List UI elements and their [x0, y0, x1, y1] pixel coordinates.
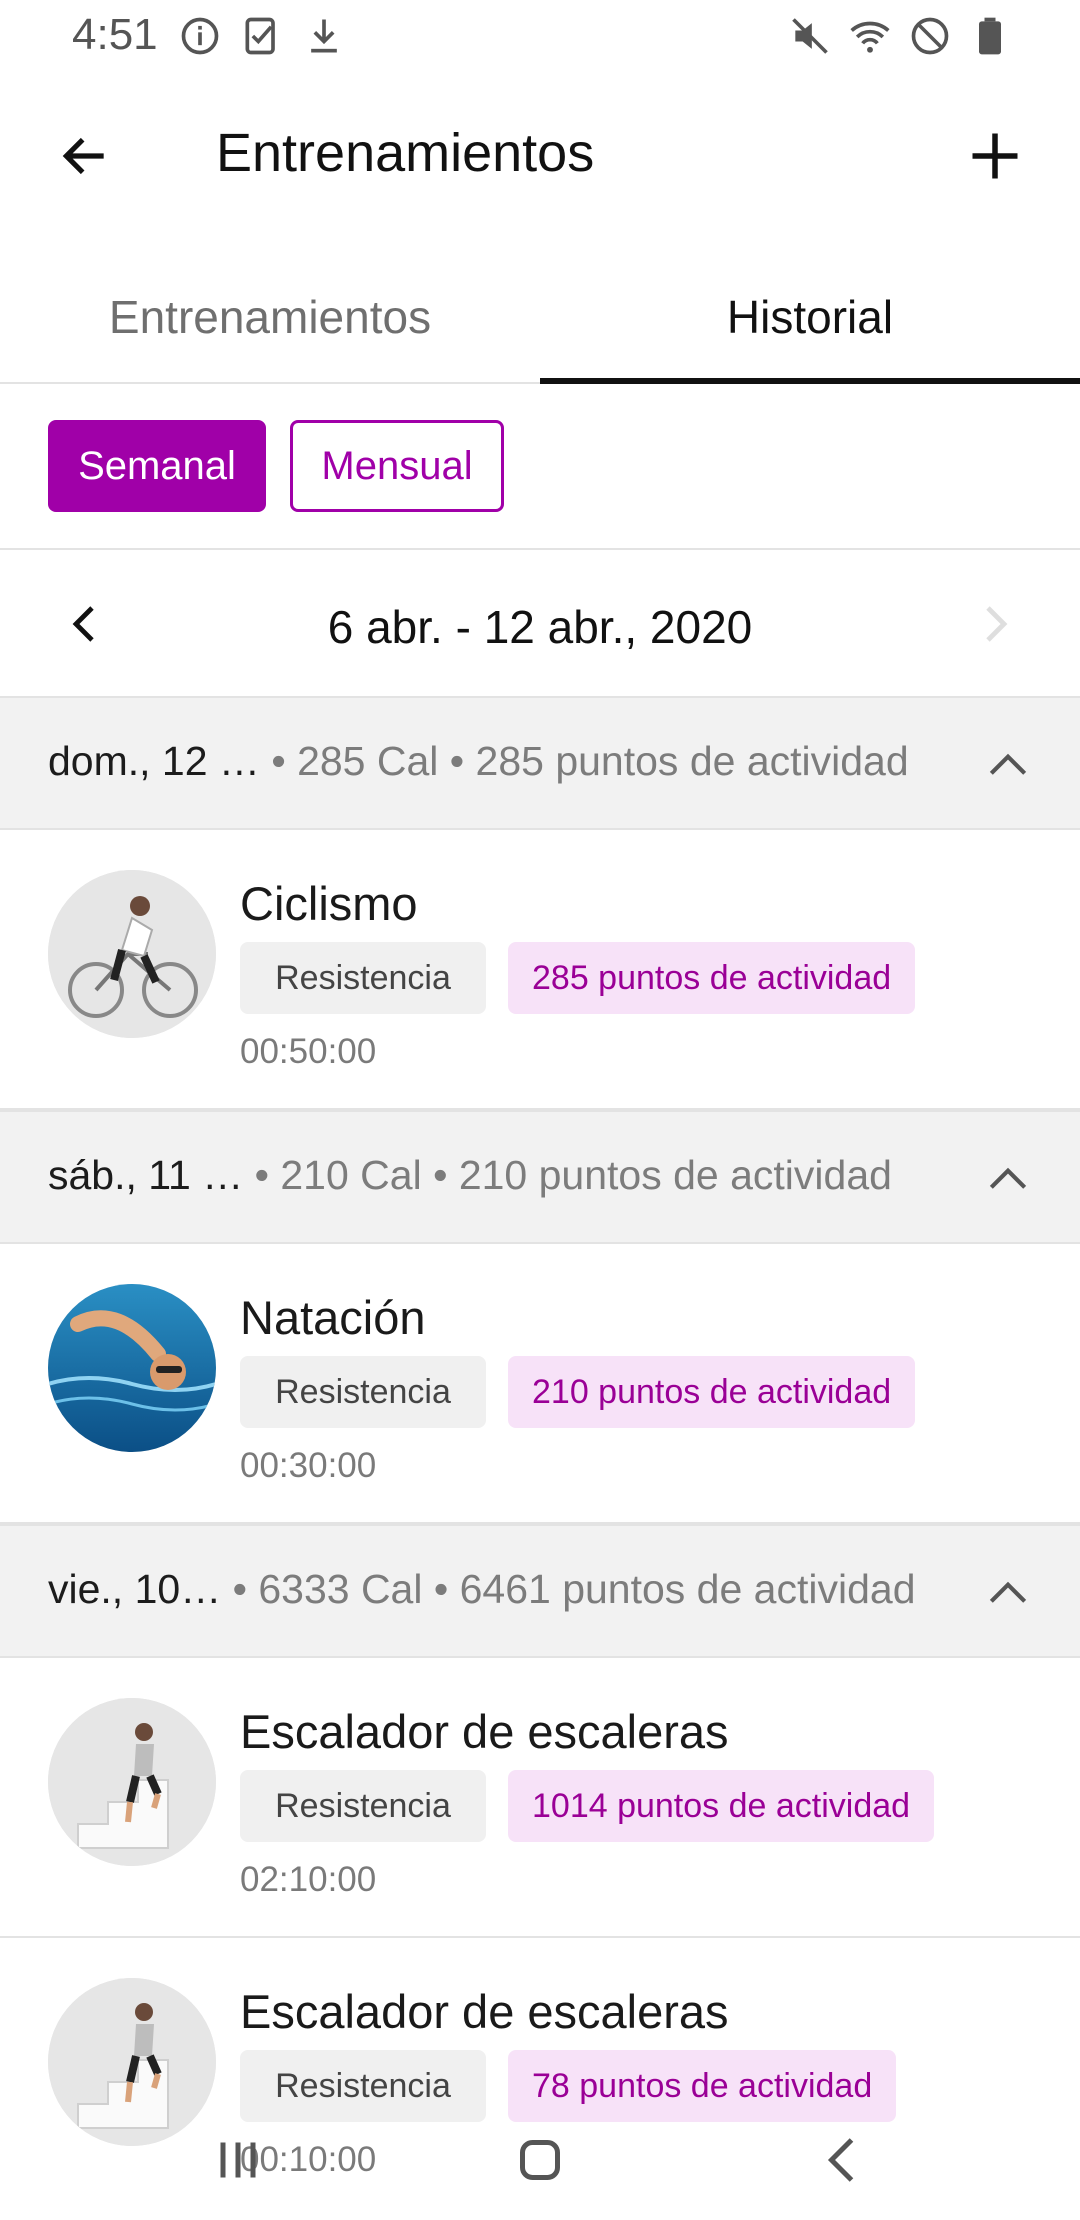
day-header[interactable]: vie., 10… • 6333 Cal • 6461 puntos de ac… — [0, 1524, 1080, 1658]
task-check-icon — [245, 17, 275, 55]
home-icon — [520, 2140, 560, 2180]
day-name: dom., 12 … — [48, 738, 260, 784]
workout-duration: 00:30:00 — [240, 1446, 377, 1485]
collapse-button[interactable] — [968, 1144, 1048, 1214]
app-bar: Entrenamientos — [0, 90, 1080, 220]
workout-item[interactable]: Natación Resistencia 210 puntos de activ… — [0, 1246, 1080, 1524]
workout-type-chip: Resistencia — [240, 1356, 486, 1428]
status-time: 4:51 — [72, 10, 158, 59]
back-icon — [827, 2138, 854, 2182]
tab-entrenamientos[interactable]: Entrenamientos — [0, 250, 540, 384]
day-name: sáb., 11 … — [48, 1152, 244, 1198]
do-not-disturb-icon — [911, 17, 949, 55]
workout-duration: 02:10:00 — [240, 1860, 377, 1899]
collapse-button[interactable] — [968, 1558, 1048, 1628]
activity-points-chip: 210 puntos de actividad — [508, 1356, 916, 1428]
wifi-icon — [850, 21, 890, 53]
download-icon — [311, 19, 337, 53]
day-stats: • 285 Cal • 285 puntos de actividad — [259, 738, 909, 784]
collapse-button[interactable] — [968, 730, 1048, 800]
home-button[interactable] — [480, 2110, 600, 2210]
workout-type-chip: Resistencia — [240, 942, 486, 1014]
day-name: vie., 10… — [48, 1566, 222, 1612]
workout-title: Escalador de escaleras — [240, 1985, 729, 2038]
activity-points-chip: 1014 puntos de actividad — [508, 1770, 935, 1842]
date-navigator: 6 abr. - 12 abr., 2020 — [0, 552, 1080, 696]
next-week-button[interactable] — [954, 584, 1034, 664]
cycling-image — [48, 870, 216, 1038]
date-range: 6 abr. - 12 abr., 2020 — [327, 601, 753, 653]
status-bar: 4:51 — [0, 0, 1080, 72]
chevron-right-icon — [986, 606, 1008, 642]
plus-icon — [972, 133, 1018, 179]
chevron-up-icon — [989, 753, 1027, 775]
tab-historial[interactable]: Historial — [540, 250, 1080, 384]
workout-duration: 00:50:00 — [240, 1032, 377, 1071]
workout-type-chip: Resistencia — [240, 1770, 486, 1842]
recent-apps-icon — [220, 2142, 256, 2178]
swimming-image — [48, 1284, 216, 1452]
day-stats: • 210 Cal • 210 puntos de actividad — [243, 1152, 892, 1198]
page-title: Entrenamientos — [216, 123, 595, 183]
system-nav-bar — [0, 2110, 1080, 2210]
workout-item[interactable]: Escalador de escaleras Resistencia 1014 … — [0, 1660, 1080, 1938]
workout-title: Escalador de escaleras — [240, 1705, 729, 1758]
mute-icon — [792, 18, 828, 54]
period-toggle: Semanal Mensual — [0, 384, 1080, 550]
weekly-button[interactable]: Semanal — [48, 420, 266, 512]
back-button[interactable] — [40, 116, 130, 196]
tab-bar: Entrenamientos Historial — [0, 250, 1080, 384]
stair-climber-image — [48, 1698, 216, 1866]
activity-points-chip: 285 puntos de actividad — [508, 942, 916, 1014]
chevron-up-icon — [989, 1167, 1027, 1189]
info-icon — [181, 17, 219, 55]
monthly-button[interactable]: Mensual — [290, 420, 504, 512]
workout-title: Ciclismo — [240, 877, 418, 930]
arrow-back-icon — [62, 137, 104, 175]
add-workout-button[interactable] — [950, 116, 1040, 196]
day-header[interactable]: sáb., 11 … • 210 Cal • 210 puntos de act… — [0, 1110, 1080, 1244]
battery-icon — [979, 17, 1001, 55]
day-header[interactable]: dom., 12 … • 285 Cal • 285 puntos de act… — [0, 696, 1080, 830]
chevron-up-icon — [989, 1581, 1027, 1603]
system-back-button[interactable] — [784, 2110, 904, 2210]
workout-title: Natación — [240, 1291, 426, 1344]
day-stats: • 6333 Cal • 6461 puntos de actividad — [221, 1566, 916, 1612]
workout-item[interactable]: Ciclismo Resistencia 285 puntos de activ… — [0, 832, 1080, 1110]
recent-apps-button[interactable] — [178, 2110, 298, 2210]
